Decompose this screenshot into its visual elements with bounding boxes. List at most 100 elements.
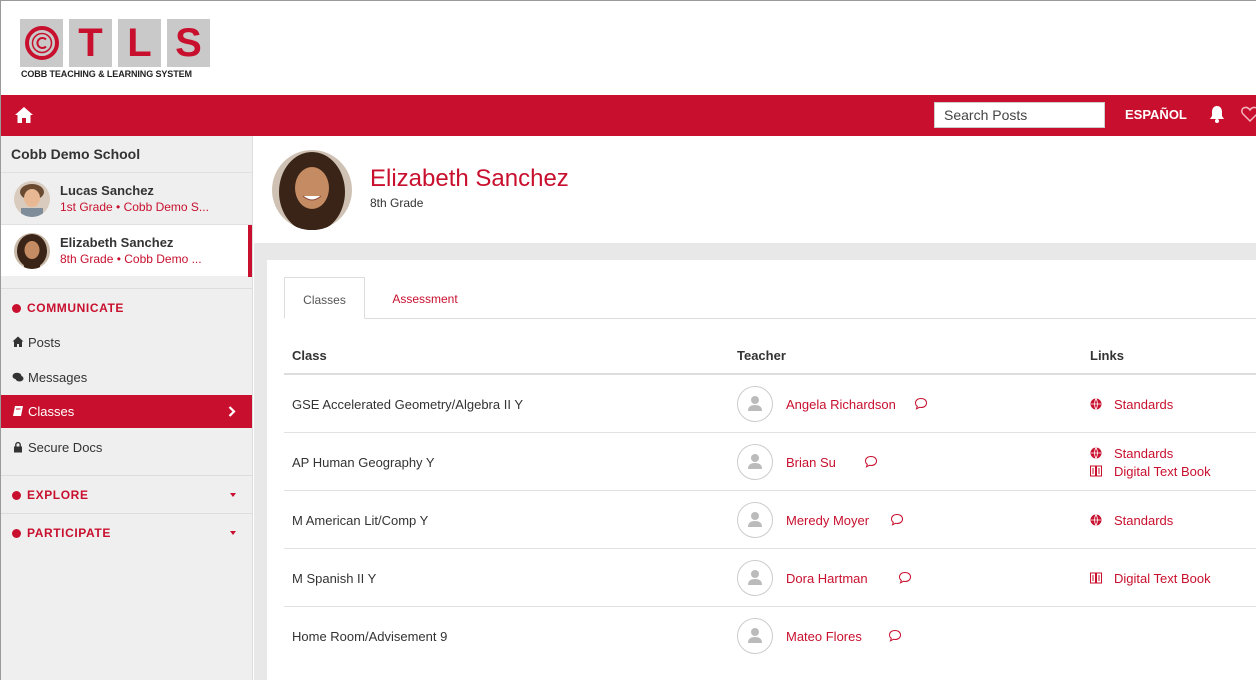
header: T L S COBB TEACHING & LEARNING SYSTEM (1, 1, 1256, 95)
logo-letter-s: S (175, 21, 202, 65)
chat-icon (12, 372, 24, 382)
link-label: Standards (1114, 513, 1174, 528)
section-label: EXPLORE (27, 488, 89, 502)
class-name: AP Human Geography Y (292, 455, 435, 470)
section-explore[interactable]: EXPLORE (1, 475, 252, 513)
logo-letter-l: L (127, 21, 152, 65)
link-label: Digital Text Book (1114, 464, 1211, 479)
language-toggle-link[interactable]: ESPAÑOL (1125, 107, 1187, 122)
tab-assessment[interactable]: Assessment (380, 277, 470, 319)
user-icon (748, 628, 762, 643)
search-posts-input[interactable] (934, 102, 1105, 128)
sidebar-item-posts[interactable]: Posts (1, 326, 252, 359)
sidebar-student-elizabeth[interactable]: Elizabeth Sanchez 8th Grade • Cobb Demo … (1, 224, 252, 277)
teacher-avatar (737, 560, 773, 596)
class-name: M American Lit/Comp Y (292, 513, 429, 528)
logo-tile-l: L (118, 19, 161, 67)
student-subtitle: 8th Grade • Cobb Demo ... (60, 252, 202, 266)
sidebar-item-label: Classes (28, 404, 75, 419)
tab-classes[interactable]: Classes (284, 277, 365, 319)
section-label: COMMUNICATE (27, 301, 125, 315)
globe-icon (1090, 398, 1102, 410)
sidebar-item-messages[interactable]: Messages (1, 361, 252, 394)
sidebar-item-label: Messages (28, 370, 88, 385)
teacher-avatar (737, 502, 773, 538)
bullet-icon (12, 304, 21, 313)
teacher-name-link[interactable]: Dora Hartman (786, 571, 868, 586)
section-label: PARTICIPATE (27, 526, 111, 540)
teacher-name-link[interactable]: Brian Su (786, 455, 836, 470)
sidebar-student-lucas[interactable]: Lucas Sanchez 1st Grade • Cobb Demo S... (1, 172, 252, 224)
book-open-icon (1090, 572, 1102, 584)
chat-bubble-icon[interactable] (898, 571, 912, 584)
home-icon[interactable] (14, 106, 34, 124)
logo-tile-t: T (69, 19, 112, 67)
table-row: M Spanish II Y Dora Hartman Digital Text… (284, 549, 1256, 607)
lock-icon (14, 441, 22, 453)
globe-icon (1090, 514, 1102, 526)
section-participate[interactable]: PARTICIPATE (1, 513, 252, 551)
student-name: Lucas Sanchez (60, 183, 154, 198)
teacher-name-link[interactable]: Angela Richardson (786, 397, 896, 412)
student-name: Elizabeth Sanchez (60, 235, 174, 250)
caret-down-icon (230, 493, 236, 497)
app-frame: T L S COBB TEACHING & LEARNING SYSTEM ES… (0, 0, 1256, 680)
bullet-icon (12, 491, 21, 500)
user-icon (748, 454, 762, 469)
class-name: M Spanish II Y (292, 571, 377, 586)
profile-name: Elizabeth Sanchez (370, 165, 569, 192)
table-row: M American Lit/Comp Y Meredy Moyer Stand… (284, 491, 1256, 549)
chat-bubble-icon[interactable] (914, 397, 928, 410)
table-row: Home Room/Advisement 9 Mateo Flores (284, 607, 1256, 665)
user-icon (748, 512, 762, 527)
chat-bubble-icon[interactable] (864, 455, 878, 468)
column-header-teacher: Teacher (737, 348, 786, 363)
chevron-right-icon (228, 406, 236, 417)
class-name: Home Room/Advisement 9 (292, 629, 448, 644)
column-header-links: Links (1090, 348, 1124, 363)
sidebar-item-label: Posts (28, 335, 61, 350)
sidebar-item-secure-docs[interactable]: Secure Docs (1, 431, 252, 464)
avatar (14, 233, 50, 269)
teacher-avatar (737, 444, 773, 480)
school-name: Cobb Demo School (11, 146, 141, 162)
chat-bubble-icon[interactable] (890, 513, 904, 526)
teacher-avatar (737, 386, 773, 422)
user-icon (748, 396, 762, 411)
logo-letter-t: T (78, 21, 103, 65)
bell-icon[interactable] (1207, 104, 1227, 124)
tab-bar: Classes Assessment (284, 277, 1256, 319)
section-communicate[interactable]: COMMUNICATE (1, 288, 252, 326)
main-content: Elizabeth Sanchez 8th Grade Classes Asse… (254, 136, 1256, 680)
logo-tile-c (20, 19, 63, 67)
teacher-name-link[interactable]: Meredy Moyer (786, 513, 869, 528)
chat-bubble-icon[interactable] (888, 629, 902, 642)
table-row: AP Human Geography Y Brian Su Standards … (284, 433, 1256, 491)
user-icon (748, 570, 762, 585)
link-label: Digital Text Book (1114, 571, 1211, 586)
globe-icon (1090, 447, 1102, 459)
bullet-icon (12, 529, 21, 538)
classes-card: Classes Assessment Class Teacher Links G… (267, 260, 1256, 680)
book-icon (13, 406, 23, 416)
home-icon (12, 336, 24, 347)
sidebar-item-classes[interactable]: Classes (1, 395, 252, 428)
column-header-class: Class (292, 348, 327, 363)
student-subtitle: 1st Grade • Cobb Demo S... (60, 200, 209, 214)
caret-down-icon (230, 531, 236, 535)
copyright-c-icon (25, 26, 59, 60)
teacher-avatar (737, 618, 773, 654)
heart-icon[interactable] (1241, 106, 1256, 122)
ctls-logo[interactable]: T L S COBB TEACHING & LEARNING SYSTEM (20, 18, 210, 86)
logo-tile-s: S (167, 19, 210, 67)
book-open-icon (1090, 465, 1102, 477)
sidebar-item-label: Secure Docs (28, 440, 103, 455)
teacher-name-link[interactable]: Mateo Flores (786, 629, 862, 644)
student-profile-header: Elizabeth Sanchez 8th Grade (254, 136, 1256, 243)
avatar (14, 181, 50, 217)
class-name: GSE Accelerated Geometry/Algebra II Y (292, 397, 523, 412)
sidebar: Cobb Demo School Lucas Sanchez 1st Grade… (1, 136, 253, 680)
link-label: Standards (1114, 446, 1174, 461)
table-row: GSE Accelerated Geometry/Algebra II Y An… (284, 375, 1256, 433)
avatar (272, 150, 352, 230)
